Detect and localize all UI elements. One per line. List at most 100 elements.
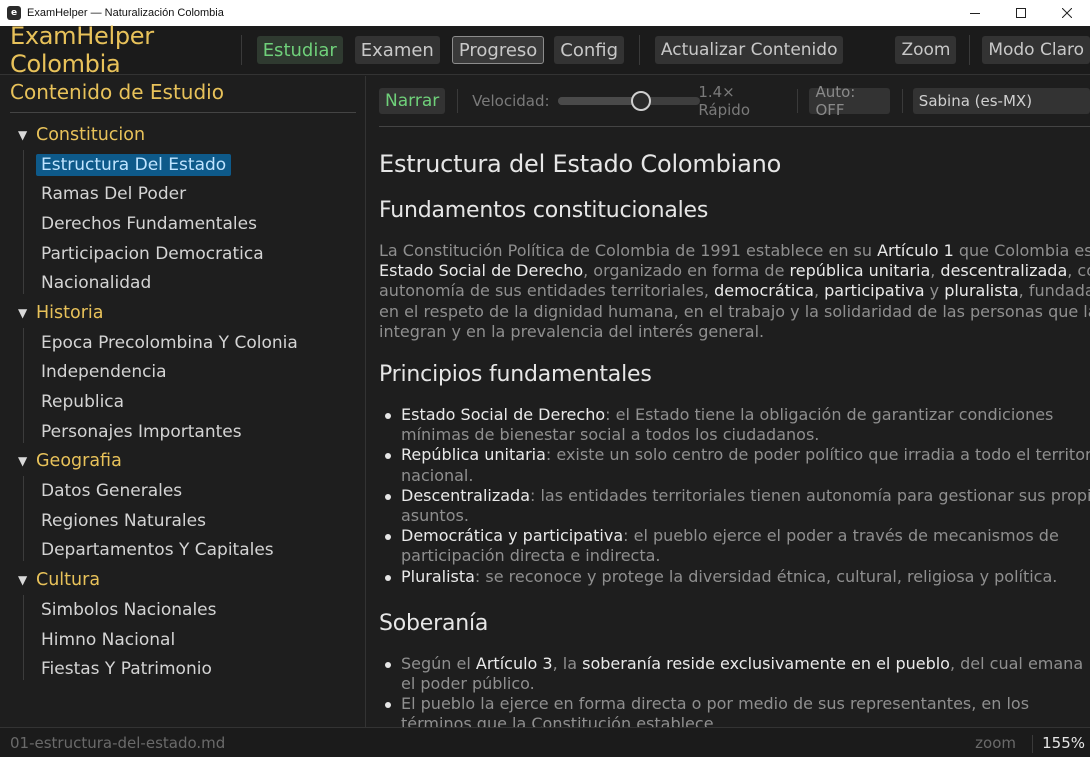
tree-item-regiones-naturales[interactable]: Regiones Naturales: [0, 506, 366, 536]
zoom-button[interactable]: Zoom: [895, 36, 957, 64]
app-icon: e: [7, 6, 21, 20]
emphasis-text: Artículo 3: [475, 653, 553, 673]
zoom-value: 155%: [1042, 733, 1085, 752]
principles-list: Estado Social de Derecho: el Estado tien…: [379, 405, 1090, 587]
sovereignty-list: Según el Artículo 3, la soberanía reside…: [379, 654, 1090, 727]
list-item: El pueblo la ejerce en forma directa o p…: [379, 694, 1090, 727]
body-text: La Constitución Política de Colombia de …: [379, 241, 878, 260]
body-text: El pueblo la ejerce en forma directa o p…: [401, 694, 1030, 727]
tree-item-label: Participacion Democratica: [41, 243, 264, 264]
tree-item-label: Himno Nacional: [41, 629, 176, 650]
auto-toggle-button[interactable]: Auto: OFF: [809, 83, 890, 119]
body-text: , la: [552, 653, 583, 673]
current-file: 01-estructura-del-estado.md: [10, 733, 226, 752]
player-divider: [796, 89, 798, 113]
tree-category-geografia[interactable]: ▼ Geografia: [0, 447, 366, 477]
body-text: que Colombia es un: [958, 241, 1090, 260]
toolbar-divider: [639, 35, 640, 65]
section-heading: Principios fundamentales: [379, 362, 652, 388]
emphasis-text: participativa: [824, 281, 925, 301]
tree-item-label: Ramas Del Poder: [41, 184, 187, 205]
list-text: : se reconoce y protege la diversidad ét…: [474, 566, 1058, 586]
caret-down-icon: ▼: [18, 454, 28, 469]
minimize-icon[interactable]: [952, 0, 998, 26]
list-term: Pluralista: [401, 566, 475, 586]
update-content-button[interactable]: Actualizar Contenido: [654, 36, 844, 64]
tree-item-estructura-del-estado[interactable]: Estructura Del Estado: [0, 150, 366, 180]
list-term: Estado Social de Derecho: [401, 405, 606, 425]
emphasis-text: Estado Social de Derecho: [379, 261, 584, 281]
tree-item-himno-nacional[interactable]: Himno Nacional: [0, 625, 366, 655]
tree-category-label: Constitucion: [36, 124, 146, 145]
toolbar-divider: [969, 35, 971, 65]
tree-item-label: Datos Generales: [41, 481, 183, 502]
main-toolbar: ExamHelper Colombia Estudiar Examen Prog…: [0, 22, 1090, 78]
tree-category-label: Cultura: [36, 570, 101, 591]
list-item: Democrática y participativa: el pueblo e…: [379, 526, 1090, 566]
tree-item-personajes-importantes[interactable]: Personajes Importantes: [0, 417, 366, 447]
tree-item-simbolos-nacionales[interactable]: Simbolos Nacionales: [0, 595, 366, 625]
list-item: Según el Artículo 3, la soberanía reside…: [379, 654, 1090, 694]
emphasis-text: Artículo 1: [877, 241, 954, 260]
list-term: República unitaria: [401, 445, 546, 465]
tree-group: Simbolos Nacionales Himno Nacional Fiest…: [0, 595, 366, 684]
list-term: Descentralizada: [401, 485, 530, 505]
emphasis-text: democrática: [714, 281, 814, 301]
voice-select[interactable]: Sabina (es-MX): [912, 88, 1090, 114]
tree-category-label: Historia: [36, 302, 104, 323]
section-heading: Fundamentos constitucionales: [379, 198, 709, 223]
tree-item-departamentos-y-capitales[interactable]: Departamentos Y Capitales: [0, 536, 366, 566]
tree-category-cultura[interactable]: ▼ Cultura: [0, 565, 366, 595]
narrate-button[interactable]: Narrar: [379, 88, 446, 114]
list-item: Pluralista: se reconoce y protege la div…: [379, 567, 1090, 587]
slider-thumb[interactable]: [630, 91, 651, 111]
tree-item-republica[interactable]: Republica: [0, 387, 366, 417]
tree-item-nacionalidad[interactable]: Nacionalidad: [0, 268, 366, 298]
tree-item-label: Nacionalidad: [41, 273, 152, 294]
speed-label: Velocidad:: [472, 92, 550, 110]
emphasis-text: pluralista: [944, 281, 1019, 301]
tree-category-historia[interactable]: ▼ Historia: [0, 298, 366, 328]
tab-estudiar[interactable]: Estudiar: [256, 36, 343, 64]
speed-slider[interactable]: [557, 91, 700, 111]
body-text: y: [924, 281, 945, 301]
caret-down-icon: ▼: [18, 127, 28, 142]
tree-item-ramas-del-poder[interactable]: Ramas Del Poder: [0, 179, 366, 209]
tree-item-datos-generales[interactable]: Datos Generales: [0, 476, 366, 506]
tree-item-label: Personajes Importantes: [41, 421, 242, 442]
tree-item-label: Simbolos Nacionales: [41, 599, 217, 620]
status-divider: [1032, 735, 1033, 753]
window-controls: [952, 0, 1090, 26]
tree-item-label: Epoca Precolombina Y Colonia: [41, 332, 298, 353]
body-text: ,: [813, 281, 825, 301]
list-item: Descentralizada: las entidades territori…: [379, 486, 1090, 526]
maximize-icon[interactable]: [998, 0, 1044, 26]
player-divider: [457, 89, 459, 113]
tree-item-participacion-democratica[interactable]: Participacion Democratica: [0, 239, 366, 269]
tree-item-derechos-fundamentales[interactable]: Derechos Fundamentales: [0, 209, 366, 239]
tree-group: Datos Generales Regiones Naturales Depar…: [0, 476, 366, 565]
document-view: Estructura del Estado Colombiano Fundame…: [379, 150, 1090, 727]
light-mode-button[interactable]: Modo Claro: [982, 36, 1090, 64]
tree-item-independencia[interactable]: Independencia: [0, 358, 366, 388]
body-text: , organizado en forma de: [583, 261, 790, 281]
tree-item-fiestas-y-patrimonio[interactable]: Fiestas Y Patrimonio: [0, 654, 366, 684]
tree-item-epoca-precolombina[interactable]: Epoca Precolombina Y Colonia: [0, 328, 366, 358]
emphasis-text: soberanía reside exclusivamente en el pu…: [582, 653, 950, 673]
content-tree: ▼ Constitucion Estructura Del Estado Ram…: [0, 120, 366, 684]
list-item: Estado Social de Derecho: el Estado tien…: [379, 405, 1090, 445]
tab-config[interactable]: Config: [554, 36, 625, 64]
tree-item-label: Regiones Naturales: [41, 510, 206, 531]
slider-fill: [557, 97, 641, 105]
list-term: Democrática y participativa: [401, 526, 624, 546]
tree-item-label: Derechos Fundamentales: [41, 213, 257, 234]
body-text: Según el: [401, 653, 476, 673]
tree-category-constitucion[interactable]: ▼ Constitucion: [0, 120, 366, 150]
tab-examen[interactable]: Examen: [354, 36, 440, 64]
close-icon[interactable]: [1044, 0, 1090, 26]
document-title: Estructura del Estado Colombiano: [379, 150, 782, 178]
window-title: ExamHelper — Naturalización Colombia: [27, 7, 224, 19]
body-text: ,: [930, 261, 941, 281]
tab-progreso[interactable]: Progreso: [451, 36, 545, 64]
tree-item-label: Republica: [41, 392, 125, 413]
